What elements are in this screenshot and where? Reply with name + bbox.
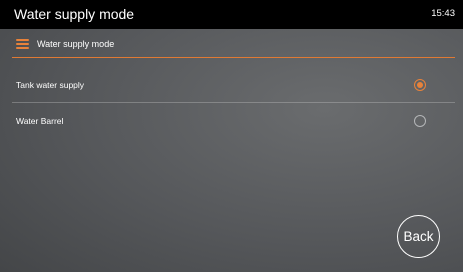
menu-icon-bar-bottom (16, 47, 29, 49)
header-underline (12, 57, 455, 58)
status-bar: Water supply mode 15:43 (0, 0, 463, 29)
option-water-barrel[interactable]: Water Barrel (12, 103, 455, 139)
radio-button[interactable] (414, 79, 426, 91)
section-header: Water supply mode (0, 29, 463, 57)
menu-icon-bar-top (16, 39, 29, 41)
screen-title: Water supply mode (14, 6, 135, 22)
clock: 15:43 (431, 8, 455, 19)
water-supply-mode-screen: Water supply mode 15:43 Water supply mod… (0, 0, 463, 272)
option-label: Water Barrel (16, 116, 64, 126)
radio-button[interactable] (414, 115, 426, 127)
option-tank-water-supply[interactable]: Tank water supply (12, 67, 455, 103)
menu-icon-bar-middle (16, 43, 29, 45)
menu-icon[interactable] (16, 39, 29, 49)
back-button[interactable]: Back (397, 215, 440, 258)
option-label: Tank water supply (16, 80, 85, 90)
section-header-label: Water supply mode (37, 39, 115, 49)
